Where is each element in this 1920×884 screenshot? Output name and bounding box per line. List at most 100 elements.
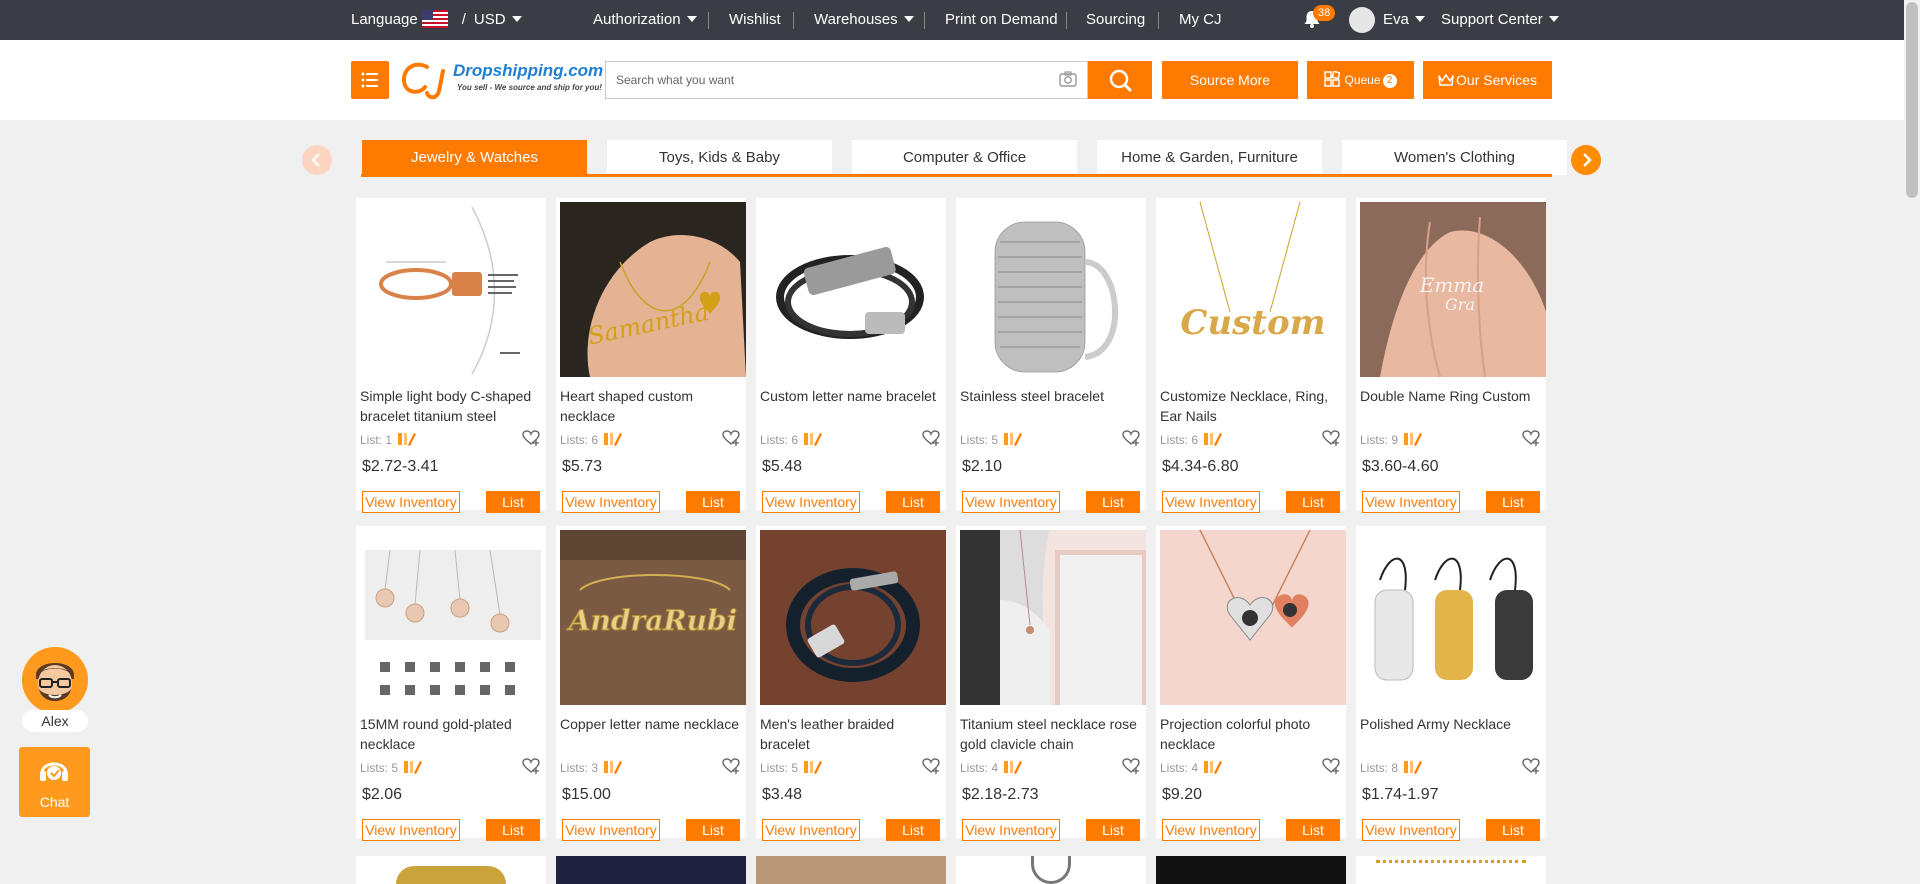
product-card[interactable]: Custom Customize Necklace, Ring, Ear Nail… <box>1156 198 1346 513</box>
wishlist-heart-icon[interactable] <box>722 758 740 774</box>
nav-my-cj[interactable]: My CJ <box>1179 0 1222 40</box>
carousel-next-button[interactable] <box>1571 145 1601 175</box>
view-inventory-button[interactable]: View Inventory <box>562 491 660 513</box>
list-button[interactable]: List <box>686 819 740 841</box>
list-button[interactable]: List <box>486 819 540 841</box>
wishlist-heart-icon[interactable] <box>722 430 740 446</box>
language-selector[interactable]: Language / USD <box>351 0 522 40</box>
nav-sourcing[interactable]: Sourcing <box>1086 0 1145 40</box>
product-image[interactable] <box>360 202 546 377</box>
nav-wishlist[interactable]: Wishlist <box>729 0 781 40</box>
user-menu[interactable]: Eva <box>1383 0 1425 40</box>
source-more-button[interactable]: Source More <box>1162 61 1298 99</box>
support-center-menu[interactable]: Support Center <box>1441 0 1559 40</box>
product-image[interactable] <box>360 530 546 705</box>
wishlist-heart-icon[interactable] <box>1522 430 1540 446</box>
list-button[interactable]: List <box>1086 491 1140 513</box>
list-button[interactable]: List <box>886 819 940 841</box>
product-image[interactable]: AndraRubi <box>560 530 746 705</box>
product-image[interactable] <box>1160 530 1346 705</box>
product-title[interactable]: Projection colorful photo necklace <box>1160 714 1342 754</box>
page-scrollbar-thumb[interactable] <box>1906 2 1918 198</box>
product-title[interactable]: Titanium steel necklace rose gold clavic… <box>960 714 1142 754</box>
cj-logo[interactable]: Dropshipping.com You sell - We source an… <box>399 57 603 103</box>
wishlist-heart-icon[interactable] <box>1122 430 1140 446</box>
product-card[interactable]: AndraRubi Copper letter name necklace List… <box>556 526 746 841</box>
product-title[interactable]: Polished Army Necklace <box>1360 714 1542 734</box>
list-button[interactable]: List <box>1286 491 1340 513</box>
view-inventory-button[interactable]: View Inventory <box>762 491 860 513</box>
wishlist-heart-icon[interactable] <box>1122 758 1140 774</box>
our-services-button[interactable]: Our Services <box>1423 61 1552 99</box>
product-card[interactable]: Custom letter name bracelet Lists: 6 $5.48… <box>756 198 946 513</box>
product-card[interactable]: Simple light body C-shaped bracelet tita… <box>356 198 546 513</box>
view-inventory-button[interactable]: View Inventory <box>762 819 860 841</box>
product-card[interactable]: Polished Army Necklace Lists: 8 $1.74-1.97… <box>1356 526 1546 841</box>
list-button[interactable]: List <box>1486 491 1540 513</box>
list-button[interactable]: List <box>1486 819 1540 841</box>
product-card[interactable]: Samantha Heart shaped custom necklace List… <box>556 198 746 513</box>
product-title[interactable]: Custom letter name bracelet <box>760 386 942 406</box>
product-card[interactable]: Men's leather braided bracelet Lists: 5 $3… <box>756 526 946 841</box>
tab-jewelry-watches[interactable]: Jewelry & Watches <box>362 140 587 175</box>
product-image[interactable] <box>960 530 1146 705</box>
chat-agent-avatar[interactable] <box>22 647 88 713</box>
product-card[interactable]: 15MM round gold-plated necklace Lists: 5 $… <box>356 526 546 841</box>
product-title[interactable]: 15MM round gold-plated necklace <box>360 714 542 754</box>
category-menu-button[interactable] <box>351 61 389 99</box>
view-inventory-button[interactable]: View Inventory <box>962 491 1060 513</box>
product-image[interactable] <box>960 202 1146 377</box>
product-image[interactable]: Emma Gra <box>1360 202 1546 377</box>
list-button[interactable]: List <box>686 491 740 513</box>
view-inventory-button[interactable]: View Inventory <box>962 819 1060 841</box>
wishlist-heart-icon[interactable] <box>1322 758 1340 774</box>
product-title[interactable]: Heart shaped custom necklace <box>560 386 742 426</box>
carousel-prev-button[interactable] <box>302 145 332 175</box>
product-card[interactable]: Projection colorful photo necklace Lists:… <box>1156 526 1346 841</box>
view-inventory-button[interactable]: View Inventory <box>562 819 660 841</box>
product-title[interactable]: Stainless steel bracelet <box>960 386 1142 406</box>
wishlist-heart-icon[interactable] <box>522 758 540 774</box>
tab-toys-kids-baby[interactable]: Toys, Kids & Baby <box>607 140 832 175</box>
product-title[interactable]: Simple light body C-shaped bracelet tita… <box>360 386 542 426</box>
product-image[interactable] <box>1360 530 1546 705</box>
nav-warehouses[interactable]: Warehouses <box>814 0 914 40</box>
tab-home-garden-furniture[interactable]: Home & Garden, Furniture <box>1097 140 1322 175</box>
list-button[interactable]: List <box>486 491 540 513</box>
product-card[interactable]: Titanium steel necklace rose gold clavic… <box>956 526 1146 841</box>
search-button[interactable] <box>1088 61 1152 99</box>
view-inventory-button[interactable]: View Inventory <box>1362 491 1460 513</box>
list-button[interactable]: List <box>1086 819 1140 841</box>
tab-computer-office[interactable]: Computer & Office <box>852 140 1077 175</box>
wishlist-heart-icon[interactable] <box>522 430 540 446</box>
product-card[interactable]: Emma Gra Double Name Ring Custom Lists: 9 $3… <box>1356 198 1546 513</box>
wishlist-heart-icon[interactable] <box>1322 430 1340 446</box>
product-title[interactable]: Men's leather braided bracelet <box>760 714 942 754</box>
product-title[interactable]: Double Name Ring Custom <box>1360 386 1542 406</box>
product-image[interactable]: Samantha <box>560 202 746 377</box>
product-title[interactable]: Copper letter name necklace <box>560 714 742 734</box>
product-image[interactable]: Custom <box>1160 202 1346 377</box>
view-inventory-button[interactable]: View Inventory <box>362 819 460 841</box>
queue-button[interactable]: Queue 2 <box>1307 61 1414 99</box>
tab-womens-clothing[interactable]: Women's Clothing <box>1342 140 1567 175</box>
product-image[interactable] <box>760 202 946 377</box>
camera-icon[interactable] <box>1059 71 1077 87</box>
wishlist-heart-icon[interactable] <box>1522 758 1540 774</box>
wishlist-heart-icon[interactable] <box>922 430 940 446</box>
nav-authorization[interactable]: Authorization <box>593 0 697 40</box>
view-inventory-button[interactable]: View Inventory <box>362 491 460 513</box>
product-card[interactable]: Stainless steel bracelet Lists: 5 $2.10 Vie… <box>956 198 1146 513</box>
product-image[interactable] <box>760 530 946 705</box>
chat-button[interactable]: Chat <box>19 747 90 817</box>
product-title[interactable]: Customize Necklace, Ring, Ear Nails <box>1160 386 1342 426</box>
wishlist-heart-icon[interactable] <box>922 758 940 774</box>
avatar[interactable] <box>1349 7 1375 33</box>
view-inventory-button[interactable]: View Inventory <box>1162 491 1260 513</box>
nav-print-on-demand[interactable]: Print on Demand <box>945 0 1058 40</box>
view-inventory-button[interactable]: View Inventory <box>1162 819 1260 841</box>
search-input[interactable] <box>606 62 1046 98</box>
list-button[interactable]: List <box>1286 819 1340 841</box>
view-inventory-button[interactable]: View Inventory <box>1362 819 1460 841</box>
list-button[interactable]: List <box>886 491 940 513</box>
